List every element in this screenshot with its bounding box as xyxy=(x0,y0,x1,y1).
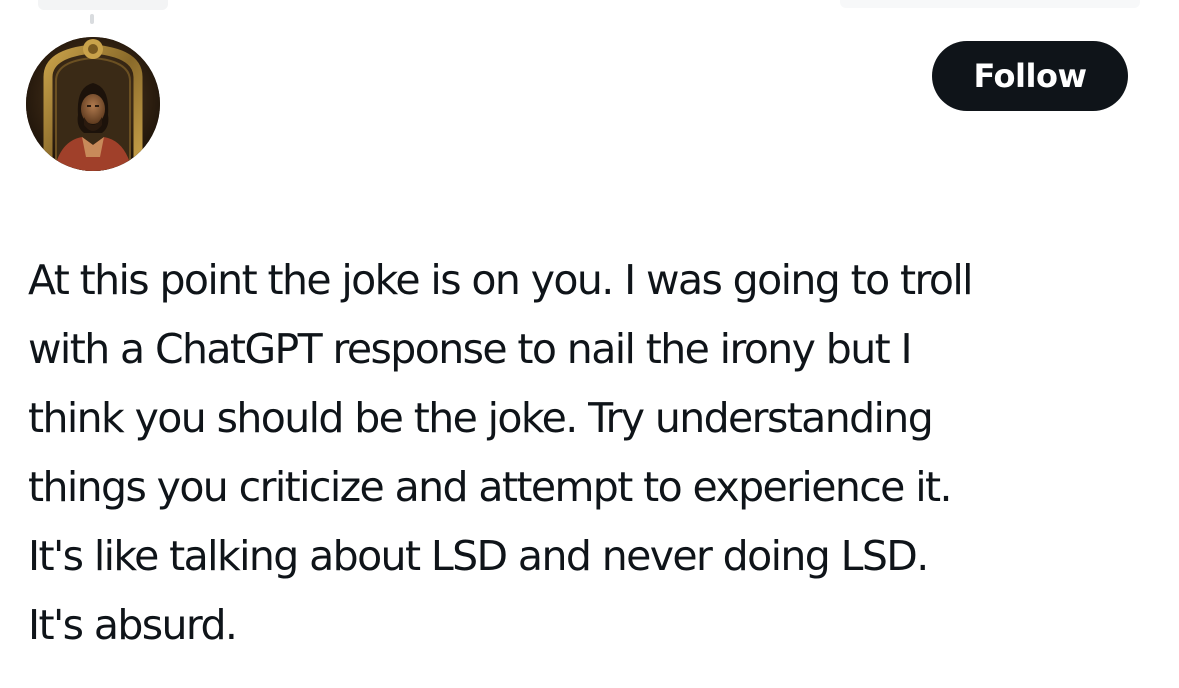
tweet-text-line: with a ChatGPT response to nail the iron… xyxy=(28,325,913,373)
follow-button[interactable]: Follow xyxy=(932,41,1128,111)
tweet-text-line: It's absurd. xyxy=(28,601,238,649)
tweet-text-line: It's like talking about LSD and never do… xyxy=(28,532,929,580)
tweet-text-line: think you should be the joke. Try unders… xyxy=(28,394,934,442)
top-bar-fragment xyxy=(0,0,1179,24)
tweet-text: At this point the joke is on you. I was … xyxy=(28,246,1168,660)
avatar[interactable] xyxy=(26,37,160,171)
cropped-header-right xyxy=(840,0,1140,8)
tweet-card: Follow At this point the joke is on you.… xyxy=(0,0,1179,688)
cropped-header-left xyxy=(38,0,168,10)
cropped-indicator xyxy=(90,14,94,24)
tweet-text-line: things you criticize and attempt to expe… xyxy=(28,463,953,511)
avatar-portrait-icon xyxy=(26,37,160,171)
tweet-text-line: At this point the joke is on you. I was … xyxy=(28,256,974,304)
